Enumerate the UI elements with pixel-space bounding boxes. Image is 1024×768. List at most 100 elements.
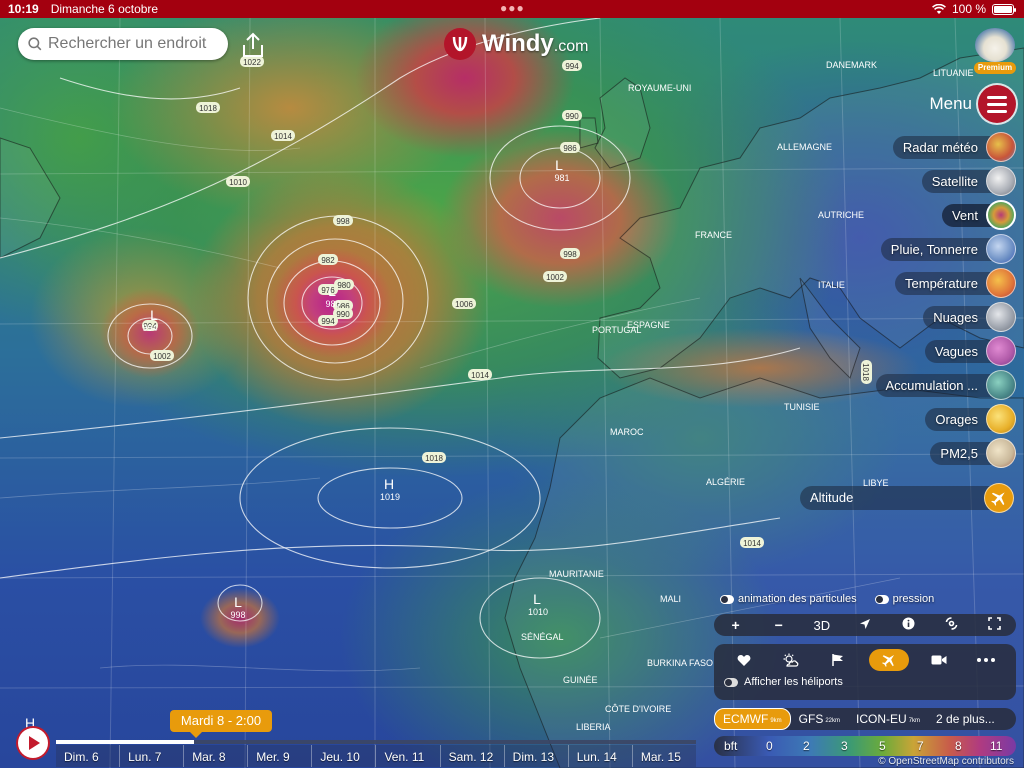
clouds-icon [986,302,1016,332]
layer-satellite[interactable]: Satellite [836,164,1016,198]
pressure-toggle[interactable]: pression [874,590,935,608]
svg-text:1019: 1019 [380,492,400,502]
info-icon [902,617,915,630]
model-gfs[interactable]: GFS 22km [791,709,848,729]
windy-logo-icon [444,28,476,60]
poi-webcams[interactable] [922,649,956,671]
3d-button[interactable]: 3D [807,618,837,633]
search-input[interactable] [48,35,218,53]
timeline-day[interactable]: Mer. 9 [247,745,311,767]
svg-text:981: 981 [554,173,569,183]
model-icon-eu[interactable]: ICON-EU 7km [848,709,928,729]
wind-scale-legend[interactable]: bft 0 2 3 5 7 8 11 [714,736,1016,756]
search-box[interactable] [18,28,228,60]
share-button[interactable] [236,28,270,62]
scale-tick: 7 [917,739,924,753]
satellite-icon [986,166,1016,196]
poi-favorites[interactable] [727,649,761,671]
search-icon [28,37,42,51]
altitude-selector[interactable]: Altitude [800,483,1014,513]
svg-text:CÔTE D'IVOIRE: CÔTE D'IVOIRE [605,704,671,714]
svg-text:1018: 1018 [425,454,443,463]
layer-radar[interactable]: Radar météo [836,130,1016,164]
overlay-toggles: animation des particules pression [720,590,1020,608]
scale-tick: 11 [990,739,1003,753]
layer-rain[interactable]: Pluie, Tonnerre [836,232,1016,266]
layer-waves[interactable]: Vagues [836,334,1016,368]
menu-label: Menu [929,94,972,113]
scale-tick: 2 [803,739,810,753]
heart-icon [737,654,751,666]
svg-text:LITUANIE: LITUANIE [933,68,974,78]
info-button[interactable] [893,617,923,633]
timeline-day[interactable]: Sam. 12 [439,745,504,767]
svg-text:LIBERIA: LIBERIA [576,722,611,732]
svg-text:SÉNÉGAL: SÉNÉGAL [521,632,564,642]
svg-text:986: 986 [563,144,577,153]
svg-text:TUNISIE: TUNISIE [784,402,820,412]
fullscreen-icon [988,617,1001,630]
scale-unit: bft [724,739,738,753]
scale-tick: 3 [841,739,848,753]
timeline-track[interactable] [56,740,696,744]
timeline-day[interactable]: Lun. 14 [567,745,632,767]
pressure-label: pression [892,593,935,605]
svg-text:990: 990 [336,310,350,319]
poi-icons [714,644,1016,676]
svg-text:1014: 1014 [274,132,292,141]
video-camera-icon [931,655,947,665]
zoom-out-button[interactable]: − [764,617,794,633]
rain-icon [986,234,1016,264]
model-ecmwf[interactable]: ECMWF 9km [714,708,791,730]
play-button[interactable] [18,728,48,758]
pm25-icon [986,438,1016,468]
timeline-day[interactable]: Dim. 13 [503,745,568,767]
zoom-in-button[interactable]: + [721,617,751,633]
poi-airports[interactable] [868,649,909,671]
svg-text:994: 994 [565,62,579,71]
menu-button[interactable]: Menu [910,85,1016,123]
poi-panel: Afficher les héliports [714,644,1016,700]
timeline-day[interactable]: Ven. 11 [375,745,439,767]
map-attribution[interactable]: © OpenStreetMap contributors [878,756,1014,767]
svg-text:DANEMARK: DANEMARK [826,60,877,70]
svg-text:BURKINA FASO: BURKINA FASO [647,658,713,668]
svg-text:ROYAUME-UNI: ROYAUME-UNI [628,83,691,93]
svg-text:1010: 1010 [528,607,548,617]
timeline-day[interactable]: Jeu. 10 [311,745,375,767]
status-time: 10:19 [8,2,39,16]
accumulation-icon [986,370,1016,400]
layer-clouds[interactable]: Nuages [836,300,1016,334]
multitask-dots-icon[interactable]: ●●● [500,1,525,15]
poi-weather-stations[interactable] [774,649,808,671]
svg-text:990: 990 [565,112,579,121]
hurricane-button[interactable] [936,617,966,633]
particles-toggle[interactable]: animation des particules [720,590,857,608]
altitude-label: Altitude [800,486,990,510]
model-more[interactable]: 2 de plus... [928,709,1003,729]
scale-tick: 5 [879,739,886,753]
poi-flags[interactable] [821,649,855,671]
timeline-day[interactable]: Mar. 8 [183,745,247,767]
heliport-toggle[interactable]: Afficher les héliports [714,676,1016,688]
poi-more-button[interactable] [969,649,1003,671]
layer-accumulation[interactable]: Accumulation ... [836,368,1016,402]
svg-text:1010: 1010 [229,178,247,187]
layer-thunderstorms[interactable]: Orages [836,402,1016,436]
timeline-day[interactable]: Dim. 6 [56,745,119,767]
layer-temperature[interactable]: Température [836,266,1016,300]
timeline-day[interactable]: Mar. 15 [631,745,696,767]
battery-percent: 100 % [951,2,986,16]
more-dots-icon [977,658,996,662]
layer-wind[interactable]: Vent [836,198,1016,232]
premium-avatar[interactable]: Premium [974,28,1016,74]
current-time-tooltip[interactable]: Mardi 8 - 2:00 [170,710,272,738]
fullscreen-button[interactable] [979,617,1009,633]
windy-logo[interactable]: Windy.com [444,28,588,60]
svg-text:ALLEMAGNE: ALLEMAGNE [777,142,832,152]
model-selector: ECMWF 9km GFS 22km ICON-EU 7km 2 de plus... [714,708,1016,730]
layer-pm25[interactable]: PM2,5 [836,436,1016,470]
logo-brand: Windy.com [482,30,589,57]
timeline-day[interactable]: Lun. 7 [119,745,183,767]
locate-button[interactable] [850,617,880,633]
